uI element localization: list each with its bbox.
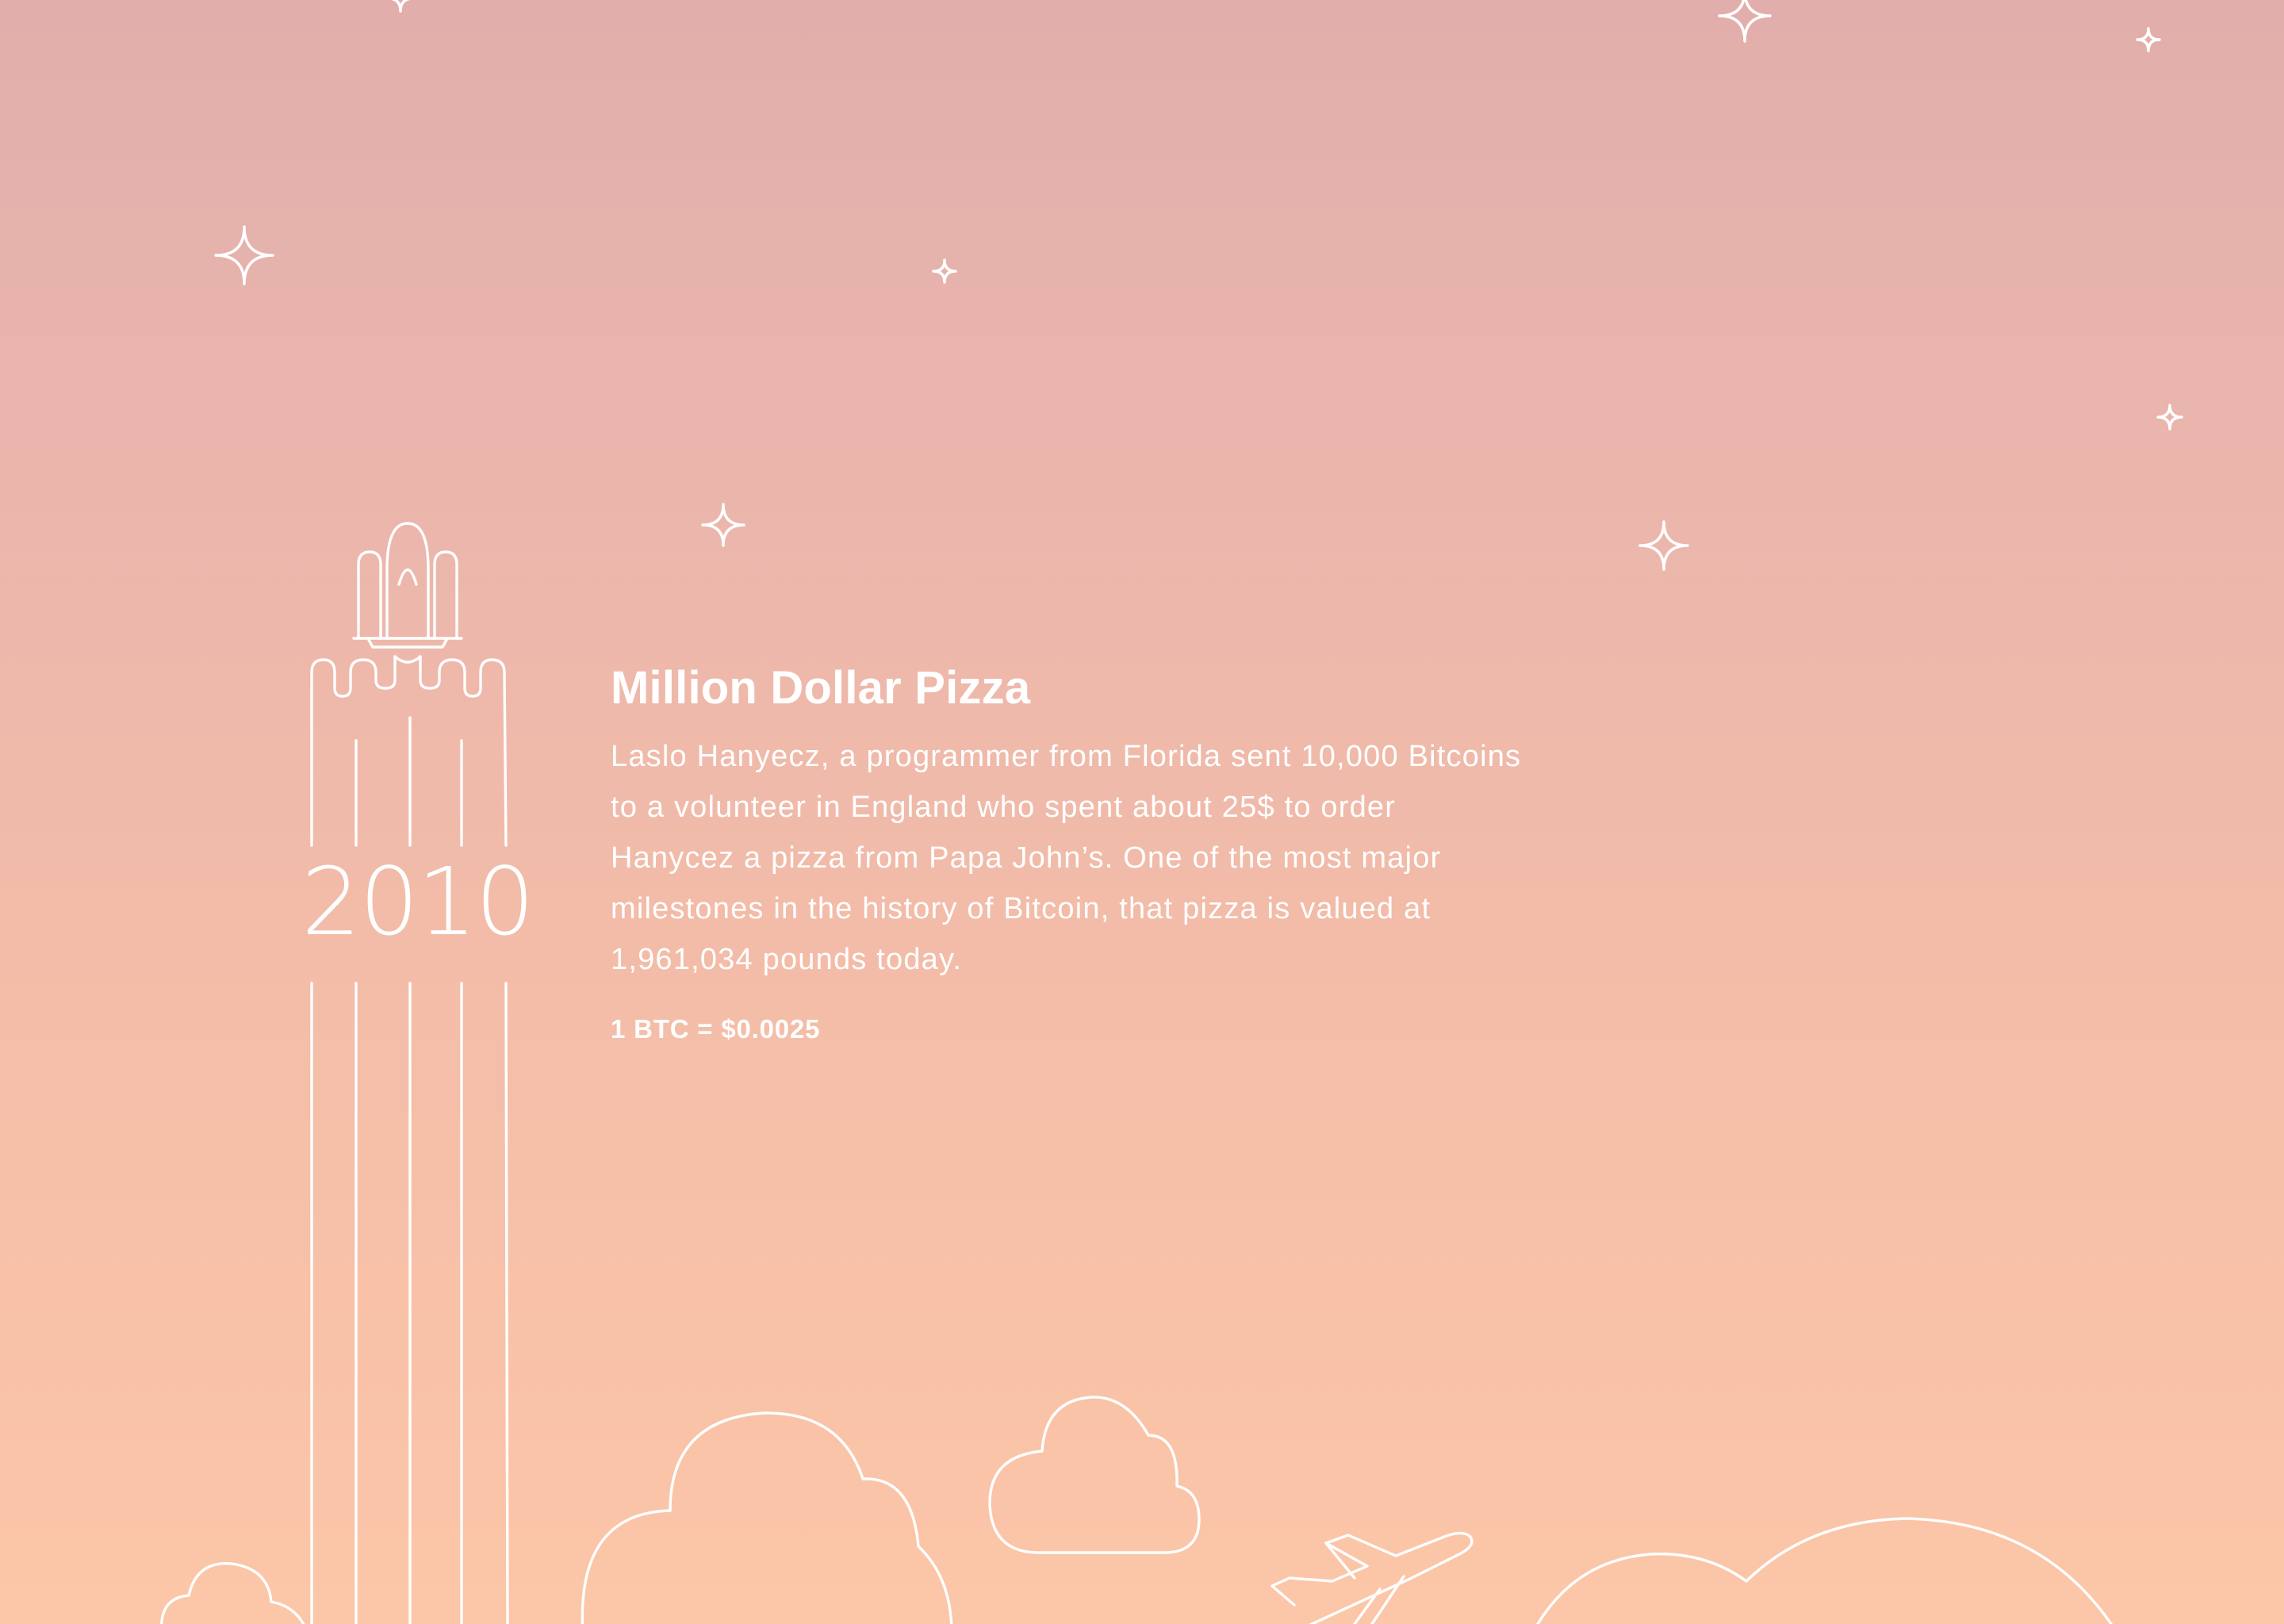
milestone-title: Million Dollar Pizza (611, 662, 1031, 714)
clouds-group (160, 1396, 2113, 1624)
stars-group (214, 0, 2183, 571)
sparkle-star-icon (390, 0, 411, 13)
cloud-icon (581, 1411, 953, 1624)
btc-exchange-rate: 1 BTC = $0.0025 (611, 1014, 821, 1044)
sparkle-star-icon (214, 225, 274, 285)
airplane-icon (1270, 1531, 1473, 1624)
sparkle-star-icon (1638, 520, 1689, 571)
sparkle-star-icon (1718, 0, 1772, 43)
milestone-year: 2010 (301, 847, 535, 956)
milestone-description: Laslo Hanyecz, a programmer from Florida… (611, 740, 1522, 976)
milestone-content: Million Dollar Pizza Laslo Hanyecz, a pr… (611, 660, 1523, 1047)
sparkle-star-icon (932, 259, 957, 284)
cloud-icon (160, 1561, 305, 1624)
sparkle-star-icon (2136, 27, 2161, 52)
sparkle-star-icon (701, 503, 745, 547)
cloud-icon (1536, 1517, 2113, 1624)
sparkle-star-icon (2156, 404, 2183, 431)
space-shuttle-launch-icon (310, 522, 509, 1624)
cloud-icon (988, 1396, 1201, 1554)
